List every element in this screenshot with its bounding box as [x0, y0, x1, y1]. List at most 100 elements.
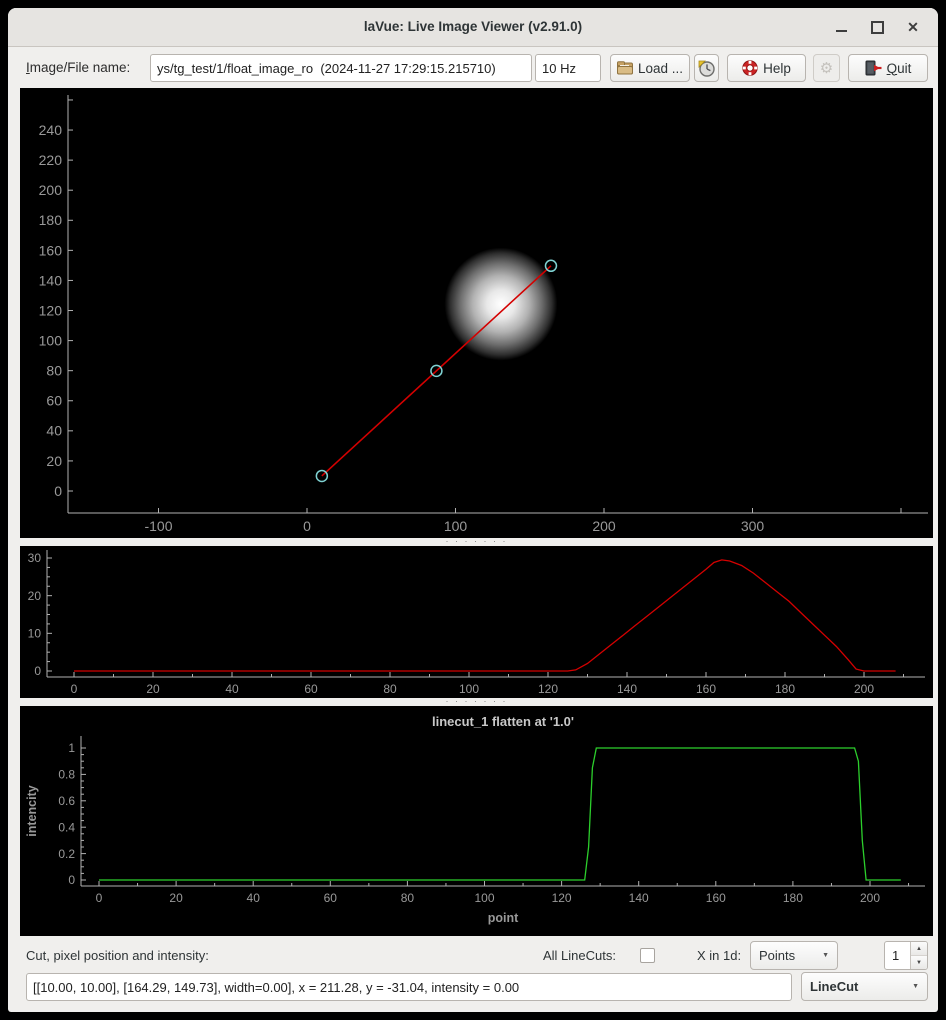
tick-label: 140	[629, 891, 649, 905]
refresh-rate-input[interactable]	[535, 54, 601, 82]
cut-info-input[interactable]	[26, 973, 792, 1001]
tick-label: 100	[39, 333, 63, 349]
tick-label: 30	[28, 551, 42, 565]
settings-button[interactable]: ⚙	[813, 54, 840, 82]
clock-icon	[698, 60, 715, 77]
tick-label: 0	[96, 891, 103, 905]
x-in-1d-combobox[interactable]: Points ▼	[750, 941, 838, 970]
screen: laVue: Live Image Viewer (v2.91.0) ✕ Ima…	[0, 0, 946, 1020]
tool-combobox[interactable]: LineCut ▼	[801, 972, 928, 1001]
all-linecuts-label: All LineCuts:	[543, 948, 616, 963]
tick-label: 0	[68, 873, 75, 887]
tick-label: 20	[46, 453, 62, 469]
help-button[interactable]: Help	[727, 54, 806, 82]
timer-button[interactable]	[694, 54, 719, 82]
file-name-label: Image/File name:	[26, 54, 130, 82]
tick-label: -100	[144, 518, 172, 534]
x-axis-label: point	[488, 911, 519, 925]
spin-down-icon: ▼	[916, 960, 922, 966]
file-name-input[interactable]	[150, 54, 532, 82]
tick-label: 60	[304, 682, 318, 696]
load-button-label: Load ...	[638, 61, 683, 76]
tick-label: 40	[46, 423, 62, 439]
quit-button[interactable]: Quit	[848, 54, 928, 82]
tick-label: 100	[444, 518, 468, 534]
close-button[interactable]: ✕	[902, 16, 924, 38]
tick-label: 140	[39, 272, 63, 288]
tick-label: 40	[247, 891, 261, 905]
linecut-count-value: 1	[885, 942, 910, 969]
tick-label: 300	[741, 518, 765, 534]
tick-label: 120	[39, 302, 63, 318]
tick-label: 200	[39, 182, 63, 198]
maximize-button[interactable]	[866, 16, 888, 38]
tick-label: 240	[39, 122, 63, 138]
tick-label: 140	[617, 682, 637, 696]
maximize-icon	[871, 21, 884, 34]
tick-label: 20	[169, 891, 183, 905]
tick-label: 0	[34, 664, 41, 678]
help-lifebuoy-icon	[742, 60, 758, 76]
spin-down-button[interactable]: ▼	[911, 956, 927, 969]
y-axis-label: intencity	[25, 785, 39, 836]
window-controls: ✕	[830, 8, 924, 46]
tick-label: 20	[146, 682, 160, 696]
tick-label: 0.6	[58, 794, 75, 808]
linecut-intensity-plot[interactable]: 0204060801001201401601802000102030	[20, 546, 933, 698]
cut-position-label: Cut, pixel position and intensity:	[26, 948, 209, 963]
tick-label: 220	[39, 152, 63, 168]
tick-label: 120	[552, 891, 572, 905]
tick-label: 0	[54, 483, 62, 499]
tick-label: 180	[775, 682, 795, 696]
spin-up-icon: ▲	[916, 946, 922, 952]
tick-label: 60	[324, 891, 338, 905]
tick-label: 100	[459, 682, 479, 696]
all-linecuts-checkbox[interactable]	[640, 948, 655, 963]
flatten-plot[interactable]: 02040608010012014016018020000.20.40.60.8…	[20, 706, 933, 936]
splitter-1[interactable]: · · · · · · ·	[20, 538, 933, 546]
tick-label: 180	[39, 212, 63, 228]
x-in-1d-value: Points	[759, 948, 795, 963]
plot-title: linecut_1 flatten at '1.0'	[432, 714, 574, 729]
tick-label: 100	[474, 891, 494, 905]
quit-button-label: Quit	[887, 61, 912, 76]
image-plot[interactable]: -100 0 100 200 300 0 20 40 60 80 100 120 140 160 180 20…	[20, 88, 933, 538]
tick-label: 160	[39, 242, 63, 258]
tick-label: 80	[401, 891, 415, 905]
tick-label: 10	[28, 627, 42, 641]
quit-door-icon	[865, 60, 882, 76]
linecut-count-spinbox[interactable]: 1 ▲ ▼	[884, 941, 928, 970]
plot-background	[20, 546, 933, 698]
tick-label: 80	[46, 363, 62, 379]
load-button[interactable]: Load ...	[610, 54, 690, 82]
tick-label: 0	[71, 682, 78, 696]
splitter-2[interactable]: · · · · · · ·	[20, 698, 933, 706]
spin-up-button[interactable]: ▲	[911, 942, 927, 956]
tool-value: LineCut	[810, 979, 858, 994]
tick-label: 0	[303, 518, 311, 534]
tick-label: 60	[46, 393, 62, 409]
tick-label: 120	[538, 682, 558, 696]
tick-label: 160	[696, 682, 716, 696]
tick-label: 200	[592, 518, 616, 534]
chevron-down-icon: ▼	[912, 983, 919, 990]
titlebar[interactable]: laVue: Live Image Viewer (v2.91.0) ✕	[8, 8, 938, 47]
minimize-button[interactable]	[830, 16, 852, 38]
help-button-label: Help	[763, 61, 791, 76]
tick-label: 160	[706, 891, 726, 905]
minimize-icon	[836, 30, 847, 32]
tick-label: 180	[783, 891, 803, 905]
tick-label: 80	[383, 682, 397, 696]
tick-label: 0.4	[58, 820, 75, 834]
window-title: laVue: Live Image Viewer (v2.91.0)	[8, 8, 938, 46]
folder-icon	[617, 61, 633, 75]
tick-label: 200	[860, 891, 880, 905]
tick-label: 40	[225, 682, 239, 696]
image-blob	[445, 248, 558, 361]
splitter-handle-icon: · · · · · · ·	[446, 539, 508, 543]
gear-icon: ⚙	[820, 61, 833, 76]
close-icon: ✕	[907, 20, 919, 34]
tick-label: 20	[28, 589, 42, 603]
x-in-1d-label: X in 1d:	[697, 948, 741, 963]
tick-label: 0.8	[58, 768, 75, 782]
